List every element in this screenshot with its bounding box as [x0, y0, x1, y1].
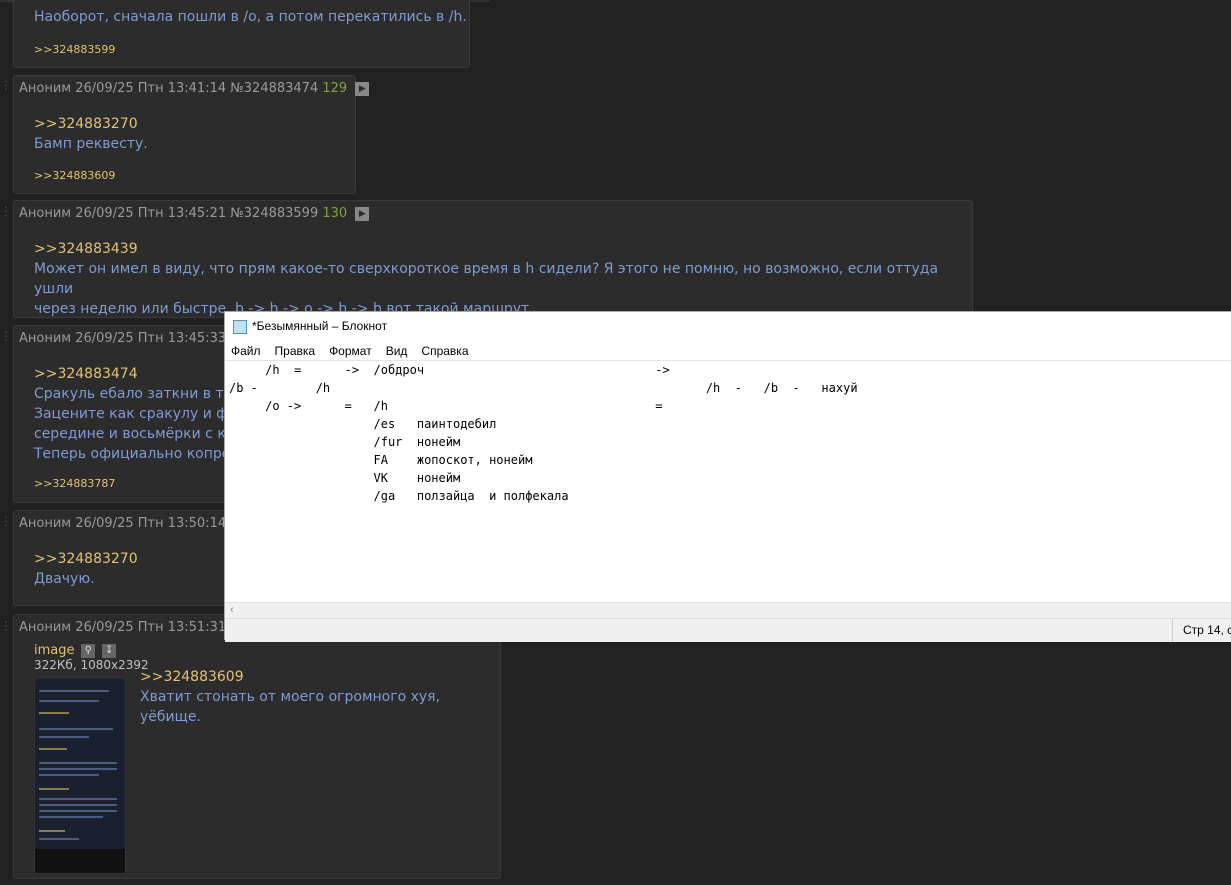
post-text: Хватит стонать от моего огромного хуя, у… [140, 689, 441, 725]
post-body: >>324883609 Хватит стонать от моего огро… [140, 667, 500, 727]
image-name-link[interactable]: image [34, 643, 75, 658]
menu-format[interactable]: Формат [329, 344, 372, 358]
post: Аноним 26/09/25 Птн 13:45:33 N >>3248834… [13, 325, 243, 503]
post-text: Двачую. [34, 571, 95, 587]
search-icon[interactable]: ⚲ [81, 643, 96, 658]
post: Аноним 26/09/25 Птн 13:50:14 N >>3248832… [13, 510, 243, 606]
post-text: середине и восьмёрки с кр [34, 426, 235, 442]
image-thumbnail[interactable] [34, 677, 126, 874]
post-ref-link[interactable]: >>324883474 [34, 364, 241, 384]
post-ref-link[interactable]: >>324883439 [34, 239, 972, 259]
post-meta: Аноним 26/09/25 Птн 13:41:14 №324883474 [19, 81, 319, 96]
post-ref-link[interactable]: >>324883270 [34, 114, 148, 134]
notepad-window[interactable]: *Безымянный – Блокнот Файл Правка Формат Ви… [224, 311, 1231, 642]
post: Наоборот, сначала пошли в /o, а потом пе… [13, 0, 470, 68]
post-meta: Аноним 26/09/25 Птн 13:51:31 N [19, 620, 240, 635]
window-title: *Безымянный – Блокнот [233, 319, 387, 334]
status-bar: Стр 14, ст [225, 618, 1231, 642]
post: Аноним 26/09/25 Птн 13:45:21 №324883599 … [13, 200, 973, 318]
notepad-icon [233, 319, 247, 334]
post-meta: Аноним 26/09/25 Птн 13:50:14 N [19, 516, 240, 531]
post-header: Аноним 26/09/25 Птн 13:50:14 N [19, 516, 240, 531]
post-count: 130 [322, 206, 348, 221]
post-body: >>324883270 Бамп реквесту. [34, 114, 148, 154]
post-text: Наоборот, сначала пошли в /o, а потом пе… [34, 9, 467, 25]
post-dots: ⋮ [0, 619, 13, 633]
post-text: Бамп реквесту. [34, 136, 148, 152]
post-dots: ⋮ [0, 78, 13, 92]
download-icon[interactable]: ↧ [102, 643, 117, 658]
post-dots: ⋮ [0, 204, 13, 218]
post: Аноним 26/09/25 Птн 13:51:31 N image ⚲ ↧… [13, 614, 501, 879]
post-dots: ⋮ [0, 514, 13, 528]
post-body: >>324883474 Сракуль ебало заткни в тре З… [34, 364, 241, 464]
post-meta: Аноним 26/09/25 Птн 13:45:33 N [19, 331, 240, 346]
post-text: Теперь официально копрон [34, 446, 240, 462]
menu-bar: Файл Правка Формат Вид Справка [231, 344, 483, 358]
post-dots: ⋮ [0, 329, 13, 343]
menu-help[interactable]: Справка [421, 344, 468, 358]
image-size: 322Кб, 1080x2392 [34, 658, 149, 672]
reply-link[interactable]: >>324883609 [34, 169, 115, 182]
post-body: Наоборот, сначала пошли в /o, а потом пе… [34, 7, 467, 27]
play-icon[interactable]: ▶ [355, 81, 370, 96]
post-ref-link[interactable]: >>324883270 [34, 549, 138, 569]
post-body: >>324883439 Может он имел в виду, что пр… [34, 239, 972, 319]
play-icon[interactable]: ▶ [355, 206, 370, 221]
reply-link[interactable]: >>324883787 [34, 477, 115, 490]
post-count: 129 [322, 81, 348, 96]
post-body: >>324883270 Двачую. [34, 549, 138, 589]
text-editor[interactable]: /h = -> /обдроч -> /b - /h /h - /b - нах… [225, 360, 1231, 605]
post: Аноним 26/09/25 Птн 13:41:14 №324883474 … [13, 75, 370, 194]
post-ref-link[interactable]: >>324883609 [140, 667, 500, 687]
cursor-position: Стр 14, ст [1172, 619, 1231, 642]
post-header: Аноним 26/09/25 Птн 13:45:21 №324883599 … [19, 206, 370, 221]
menu-file[interactable]: Файл [231, 344, 261, 358]
post-header: Аноним 26/09/25 Птн 13:45:33 N [19, 331, 240, 346]
menu-view[interactable]: Вид [386, 344, 408, 358]
post-header: Аноним 26/09/25 Птн 13:51:31 N [19, 620, 240, 635]
post-text: Зацените как сракулу и фи [34, 406, 238, 422]
menu-edit[interactable]: Правка [275, 344, 316, 358]
post-text: Может он имел в виду, что прям какое-то … [34, 261, 939, 297]
reply-link[interactable]: >>324883599 [34, 43, 115, 56]
image-info: image ⚲ ↧ 322Кб, 1080x2392 [34, 643, 149, 672]
post-text: Сракуль ебало заткни в тре [34, 386, 242, 402]
post-header: Аноним 26/09/25 Птн 13:41:14 №324883474 … [19, 81, 370, 96]
post-meta: Аноним 26/09/25 Птн 13:45:21 №324883599 [19, 206, 319, 221]
window-title-text: *Безымянный – Блокнот [252, 319, 388, 333]
scroll-left-icon[interactable]: ‹ [230, 604, 234, 616]
horizontal-scrollbar[interactable]: ‹ [225, 602, 1231, 619]
